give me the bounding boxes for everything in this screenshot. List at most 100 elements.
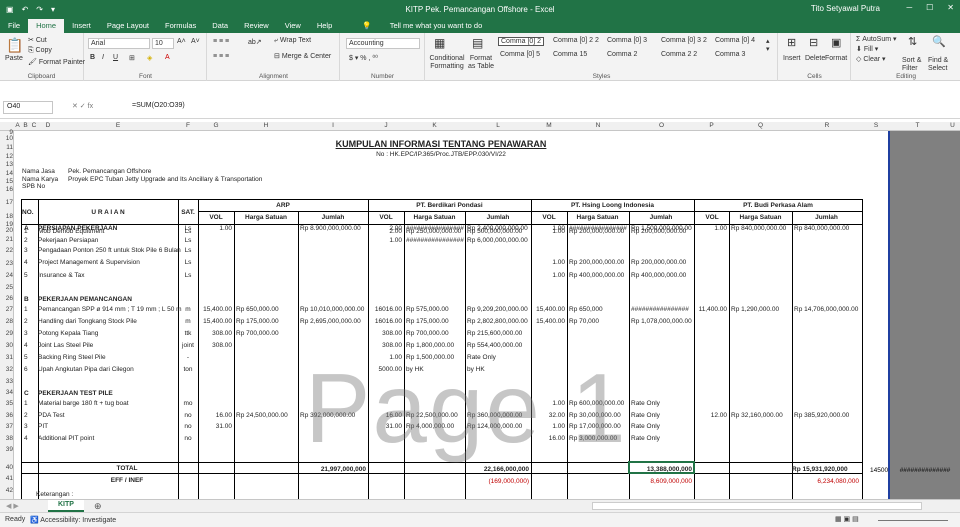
- italic-icon[interactable]: I: [102, 54, 104, 61]
- harga-cell[interactable]: ################: [569, 224, 627, 233]
- subheader[interactable]: Jumlah: [791, 213, 862, 222]
- jumlah-cell[interactable]: Rp 554,400,000.00: [467, 341, 522, 350]
- row-header-42[interactable]: 42: [0, 485, 13, 497]
- conditional-formatting-button[interactable]: Conditional Formatting: [428, 55, 466, 71]
- jumlah-cell[interactable]: Rate Only: [467, 353, 496, 362]
- subheader[interactable]: Jumlah: [465, 213, 531, 222]
- harga-cell[interactable]: Rp 650,000: [569, 305, 603, 314]
- item-no[interactable]: 1: [24, 227, 28, 236]
- underline-icon[interactable]: U: [113, 54, 118, 61]
- item-no[interactable]: 4: [24, 258, 28, 267]
- vol-cell[interactable]: 2.00: [368, 227, 402, 236]
- horizontal-scrollbar[interactable]: [592, 502, 922, 510]
- item-no[interactable]: 2: [24, 236, 28, 245]
- item-sat[interactable]: no: [178, 411, 198, 420]
- item-desc[interactable]: PEKERJAAN PEMANCANGAN: [38, 295, 132, 304]
- column-header-n[interactable]: N: [567, 122, 629, 129]
- add-sheet-icon[interactable]: ⊕: [94, 501, 102, 512]
- font-name-select[interactable]: Arial: [88, 38, 150, 49]
- jumlah-cell[interactable]: Rate Only: [631, 411, 660, 420]
- harga-cell[interactable]: Rp 24,500,000.00: [236, 411, 288, 420]
- subheader[interactable]: VOL: [531, 213, 567, 222]
- row-header-34[interactable]: 34: [0, 388, 13, 398]
- jumlah-cell[interactable]: Rate Only: [631, 422, 660, 431]
- number-format-select[interactable]: Accounting: [346, 38, 420, 49]
- item-desc[interactable]: PDA Test: [38, 411, 65, 420]
- tab-help[interactable]: Help: [309, 19, 340, 33]
- spb-label[interactable]: SPB No: [22, 182, 45, 191]
- subheader[interactable]: Harga Satuan: [567, 213, 628, 222]
- row-header-12[interactable]: 12: [0, 152, 13, 161]
- jumlah-cell[interactable]: Rp 124,000,000.00: [467, 422, 522, 431]
- style-comma-0-5[interactable]: Comma [0] 5: [500, 51, 540, 58]
- bold-icon[interactable]: B: [90, 54, 95, 61]
- harga-cell[interactable]: Rp 650,000.00: [236, 305, 279, 314]
- total-hsing[interactable]: 13,388,000,000: [629, 465, 692, 474]
- grow-font-icon[interactable]: A˄: [177, 38, 186, 45]
- total-arp[interactable]: 21,997,000,000: [298, 465, 366, 474]
- jumlah-cell[interactable]: Rp 500,000,000.00: [467, 227, 522, 236]
- item-sat[interactable]: -: [178, 353, 198, 362]
- style-comma-0-3[interactable]: Comma [0] 3: [607, 37, 647, 44]
- tab-data[interactable]: Data: [204, 19, 236, 33]
- sort-filter-icon[interactable]: ⇅: [908, 35, 917, 48]
- column-header-s[interactable]: S: [862, 122, 890, 129]
- column-header-g[interactable]: G: [198, 122, 234, 129]
- harga-cell[interactable]: Rp 4,000,000.00: [406, 422, 454, 431]
- selected-cell[interactable]: [628, 461, 695, 474]
- item-sat[interactable]: m: [178, 305, 198, 314]
- total-budi[interactable]: Rp 15,931,920,000: [792, 465, 848, 474]
- sort-filter-button[interactable]: Sort & Filter: [902, 57, 926, 73]
- minimize-icon[interactable]: ─: [906, 3, 912, 12]
- redo-icon[interactable]: ↷: [36, 5, 43, 14]
- vol-cell[interactable]: 16.00: [531, 434, 565, 443]
- tab-review[interactable]: Review: [236, 19, 277, 33]
- subheader[interactable]: Jumlah: [628, 213, 694, 222]
- vol-cell[interactable]: 308.00: [198, 329, 232, 338]
- item-sat[interactable]: Ls: [178, 271, 198, 280]
- align-left-icon[interactable]: ≡ ≡ ≡: [213, 53, 229, 60]
- jumlah-cell[interactable]: Rp 1,500,000,000.00: [631, 224, 692, 233]
- vol-cell[interactable]: 15,400.00: [198, 317, 232, 326]
- tab-view[interactable]: View: [277, 19, 309, 33]
- subheader[interactable]: VOL: [198, 213, 234, 222]
- sheet-nav-icon[interactable]: ◀ ▶: [6, 502, 19, 510]
- wrap-text-button[interactable]: ⤶ Wrap Text: [274, 37, 311, 45]
- item-desc[interactable]: Pemancangan SPP ø 914 mm ; T 19 mm ; L 5…: [38, 305, 182, 314]
- harga-cell[interactable]: Rp 1,800,000.00: [406, 341, 454, 350]
- style-comma-15[interactable]: Comma 15: [553, 51, 587, 58]
- harga-cell[interactable]: Rp 17,000,000.00: [569, 422, 621, 431]
- row-header-36[interactable]: 36: [0, 410, 13, 421]
- undo-icon[interactable]: ↶: [22, 5, 29, 14]
- row-header-29[interactable]: 29: [0, 328, 13, 340]
- subheader[interactable]: VOL: [368, 213, 404, 222]
- fill-button[interactable]: ⬇ Fill ▾: [856, 45, 878, 53]
- vol-cell[interactable]: 16.00: [198, 411, 232, 420]
- row-header-41[interactable]: 41: [0, 473, 13, 485]
- column-header-e[interactable]: E: [58, 122, 178, 129]
- harga-cell[interactable]: Rp 700,000.00: [236, 329, 279, 338]
- align-top-icon[interactable]: ≡ ≡ ≡: [213, 38, 229, 45]
- name-box[interactable]: O40: [3, 101, 53, 114]
- insert-cells-icon[interactable]: ⊞: [787, 36, 796, 49]
- item-no[interactable]: 3: [24, 422, 28, 431]
- vol-cell[interactable]: 1.00: [531, 271, 565, 280]
- jumlah-cell[interactable]: Rp 400,000,000.00: [631, 271, 686, 280]
- format-painter-button[interactable]: 🖌 Format Painter: [28, 58, 85, 66]
- tab-formulas[interactable]: Formulas: [157, 19, 204, 33]
- item-sat[interactable]: Ls: [178, 246, 198, 255]
- styles-scroll-icon[interactable]: ▴ ▾: [766, 37, 770, 53]
- harga-cell[interactable]: Rp 400,000,000.00: [569, 271, 624, 280]
- item-sat[interactable]: ttk: [178, 329, 198, 338]
- item-no[interactable]: 6: [24, 365, 28, 374]
- item-sat[interactable]: m: [178, 317, 198, 326]
- jumlah-cell[interactable]: Rp 9,209,200,000.00: [467, 305, 528, 314]
- row-header-17[interactable]: 17: [0, 194, 13, 211]
- currency-icon[interactable]: $ ▾ % , ⁰⁰: [349, 54, 378, 62]
- column-header-i[interactable]: I: [298, 122, 368, 129]
- formula-input[interactable]: =SUM(O20:O39): [132, 102, 185, 109]
- accessibility-status[interactable]: ♿ Accessibility: Investigate: [30, 516, 116, 524]
- vol-cell[interactable]: 5000.00: [368, 365, 403, 374]
- harga-cell[interactable]: Rp 3,000,000.00: [569, 434, 617, 443]
- item-desc[interactable]: Project Management & Supervision: [38, 258, 140, 267]
